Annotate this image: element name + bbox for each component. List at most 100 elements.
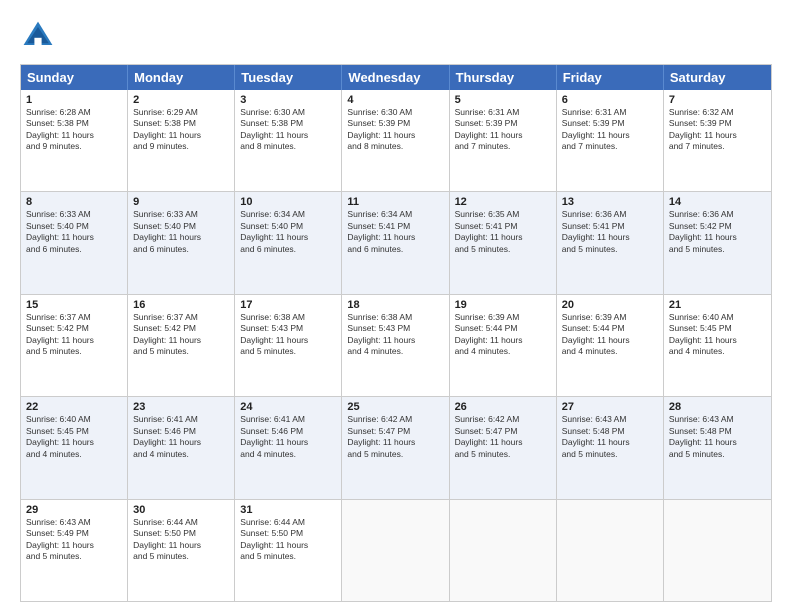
day-number: 30 — [133, 504, 229, 516]
day-number: 6 — [562, 94, 658, 106]
calendar-cell-empty — [557, 500, 664, 601]
calendar-cell-4: 4Sunrise: 6:30 AM Sunset: 5:39 PM Daylig… — [342, 90, 449, 191]
weekday-header-thursday: Thursday — [450, 65, 557, 90]
day-number: 3 — [240, 94, 336, 106]
weekday-header-friday: Friday — [557, 65, 664, 90]
calendar-cell-24: 24Sunrise: 6:41 AM Sunset: 5:46 PM Dayli… — [235, 397, 342, 498]
day-info: Sunrise: 6:37 AM Sunset: 5:42 PM Dayligh… — [26, 312, 122, 358]
day-number: 26 — [455, 401, 551, 413]
day-number: 4 — [347, 94, 443, 106]
calendar-row-3: 22Sunrise: 6:40 AM Sunset: 5:45 PM Dayli… — [21, 396, 771, 498]
day-info: Sunrise: 6:41 AM Sunset: 5:46 PM Dayligh… — [240, 414, 336, 460]
calendar-cell-10: 10Sunrise: 6:34 AM Sunset: 5:40 PM Dayli… — [235, 192, 342, 293]
day-number: 10 — [240, 196, 336, 208]
day-info: Sunrise: 6:37 AM Sunset: 5:42 PM Dayligh… — [133, 312, 229, 358]
day-info: Sunrise: 6:31 AM Sunset: 5:39 PM Dayligh… — [455, 107, 551, 153]
day-number: 9 — [133, 196, 229, 208]
calendar-cell-26: 26Sunrise: 6:42 AM Sunset: 5:47 PM Dayli… — [450, 397, 557, 498]
day-info: Sunrise: 6:42 AM Sunset: 5:47 PM Dayligh… — [455, 414, 551, 460]
day-info: Sunrise: 6:28 AM Sunset: 5:38 PM Dayligh… — [26, 107, 122, 153]
calendar-cell-21: 21Sunrise: 6:40 AM Sunset: 5:45 PM Dayli… — [664, 295, 771, 396]
day-number: 29 — [26, 504, 122, 516]
calendar-cell-12: 12Sunrise: 6:35 AM Sunset: 5:41 PM Dayli… — [450, 192, 557, 293]
calendar-cell-28: 28Sunrise: 6:43 AM Sunset: 5:48 PM Dayli… — [664, 397, 771, 498]
calendar-body: 1Sunrise: 6:28 AM Sunset: 5:38 PM Daylig… — [21, 90, 771, 601]
day-number: 27 — [562, 401, 658, 413]
logo-icon — [20, 18, 56, 54]
day-number: 8 — [26, 196, 122, 208]
day-info: Sunrise: 6:36 AM Sunset: 5:42 PM Dayligh… — [669, 209, 766, 255]
weekday-header-tuesday: Tuesday — [235, 65, 342, 90]
calendar-cell-6: 6Sunrise: 6:31 AM Sunset: 5:39 PM Daylig… — [557, 90, 664, 191]
day-number: 1 — [26, 94, 122, 106]
day-info: Sunrise: 6:41 AM Sunset: 5:46 PM Dayligh… — [133, 414, 229, 460]
day-info: Sunrise: 6:36 AM Sunset: 5:41 PM Dayligh… — [562, 209, 658, 255]
day-info: Sunrise: 6:32 AM Sunset: 5:39 PM Dayligh… — [669, 107, 766, 153]
day-number: 5 — [455, 94, 551, 106]
weekday-header-saturday: Saturday — [664, 65, 771, 90]
calendar-cell-29: 29Sunrise: 6:43 AM Sunset: 5:49 PM Dayli… — [21, 500, 128, 601]
day-info: Sunrise: 6:34 AM Sunset: 5:41 PM Dayligh… — [347, 209, 443, 255]
day-number: 13 — [562, 196, 658, 208]
calendar-row-1: 8Sunrise: 6:33 AM Sunset: 5:40 PM Daylig… — [21, 191, 771, 293]
day-info: Sunrise: 6:31 AM Sunset: 5:39 PM Dayligh… — [562, 107, 658, 153]
day-info: Sunrise: 6:43 AM Sunset: 5:49 PM Dayligh… — [26, 517, 122, 563]
day-number: 14 — [669, 196, 766, 208]
calendar-cell-9: 9Sunrise: 6:33 AM Sunset: 5:40 PM Daylig… — [128, 192, 235, 293]
day-number: 31 — [240, 504, 336, 516]
day-number: 18 — [347, 299, 443, 311]
day-number: 25 — [347, 401, 443, 413]
calendar-cell-8: 8Sunrise: 6:33 AM Sunset: 5:40 PM Daylig… — [21, 192, 128, 293]
day-number: 7 — [669, 94, 766, 106]
calendar-cell-2: 2Sunrise: 6:29 AM Sunset: 5:38 PM Daylig… — [128, 90, 235, 191]
calendar-cell-25: 25Sunrise: 6:42 AM Sunset: 5:47 PM Dayli… — [342, 397, 449, 498]
calendar-row-2: 15Sunrise: 6:37 AM Sunset: 5:42 PM Dayli… — [21, 294, 771, 396]
calendar-cell-empty — [450, 500, 557, 601]
day-info: Sunrise: 6:38 AM Sunset: 5:43 PM Dayligh… — [240, 312, 336, 358]
weekday-header-monday: Monday — [128, 65, 235, 90]
calendar-row-4: 29Sunrise: 6:43 AM Sunset: 5:49 PM Dayli… — [21, 499, 771, 601]
day-info: Sunrise: 6:30 AM Sunset: 5:38 PM Dayligh… — [240, 107, 336, 153]
calendar-cell-20: 20Sunrise: 6:39 AM Sunset: 5:44 PM Dayli… — [557, 295, 664, 396]
day-info: Sunrise: 6:33 AM Sunset: 5:40 PM Dayligh… — [133, 209, 229, 255]
day-number: 21 — [669, 299, 766, 311]
calendar-cell-11: 11Sunrise: 6:34 AM Sunset: 5:41 PM Dayli… — [342, 192, 449, 293]
calendar-cell-1: 1Sunrise: 6:28 AM Sunset: 5:38 PM Daylig… — [21, 90, 128, 191]
day-number: 22 — [26, 401, 122, 413]
day-info: Sunrise: 6:34 AM Sunset: 5:40 PM Dayligh… — [240, 209, 336, 255]
day-info: Sunrise: 6:44 AM Sunset: 5:50 PM Dayligh… — [240, 517, 336, 563]
day-info: Sunrise: 6:43 AM Sunset: 5:48 PM Dayligh… — [669, 414, 766, 460]
day-number: 28 — [669, 401, 766, 413]
weekday-header-wednesday: Wednesday — [342, 65, 449, 90]
calendar-cell-15: 15Sunrise: 6:37 AM Sunset: 5:42 PM Dayli… — [21, 295, 128, 396]
calendar-cell-23: 23Sunrise: 6:41 AM Sunset: 5:46 PM Dayli… — [128, 397, 235, 498]
day-number: 16 — [133, 299, 229, 311]
day-number: 11 — [347, 196, 443, 208]
day-info: Sunrise: 6:42 AM Sunset: 5:47 PM Dayligh… — [347, 414, 443, 460]
day-number: 17 — [240, 299, 336, 311]
calendar-header: SundayMondayTuesdayWednesdayThursdayFrid… — [21, 65, 771, 90]
day-info: Sunrise: 6:40 AM Sunset: 5:45 PM Dayligh… — [26, 414, 122, 460]
day-number: 2 — [133, 94, 229, 106]
calendar-cell-18: 18Sunrise: 6:38 AM Sunset: 5:43 PM Dayli… — [342, 295, 449, 396]
calendar-cell-30: 30Sunrise: 6:44 AM Sunset: 5:50 PM Dayli… — [128, 500, 235, 601]
day-number: 15 — [26, 299, 122, 311]
calendar-cell-19: 19Sunrise: 6:39 AM Sunset: 5:44 PM Dayli… — [450, 295, 557, 396]
day-info: Sunrise: 6:30 AM Sunset: 5:39 PM Dayligh… — [347, 107, 443, 153]
calendar-cell-7: 7Sunrise: 6:32 AM Sunset: 5:39 PM Daylig… — [664, 90, 771, 191]
logo — [20, 18, 60, 54]
day-info: Sunrise: 6:35 AM Sunset: 5:41 PM Dayligh… — [455, 209, 551, 255]
weekday-header-sunday: Sunday — [21, 65, 128, 90]
calendar-cell-empty — [664, 500, 771, 601]
page: SundayMondayTuesdayWednesdayThursdayFrid… — [0, 0, 792, 612]
day-info: Sunrise: 6:33 AM Sunset: 5:40 PM Dayligh… — [26, 209, 122, 255]
header — [20, 18, 772, 54]
day-number: 24 — [240, 401, 336, 413]
calendar-cell-17: 17Sunrise: 6:38 AM Sunset: 5:43 PM Dayli… — [235, 295, 342, 396]
calendar-row-0: 1Sunrise: 6:28 AM Sunset: 5:38 PM Daylig… — [21, 90, 771, 191]
day-info: Sunrise: 6:40 AM Sunset: 5:45 PM Dayligh… — [669, 312, 766, 358]
day-number: 23 — [133, 401, 229, 413]
calendar-cell-empty — [342, 500, 449, 601]
calendar-cell-27: 27Sunrise: 6:43 AM Sunset: 5:48 PM Dayli… — [557, 397, 664, 498]
calendar-cell-22: 22Sunrise: 6:40 AM Sunset: 5:45 PM Dayli… — [21, 397, 128, 498]
